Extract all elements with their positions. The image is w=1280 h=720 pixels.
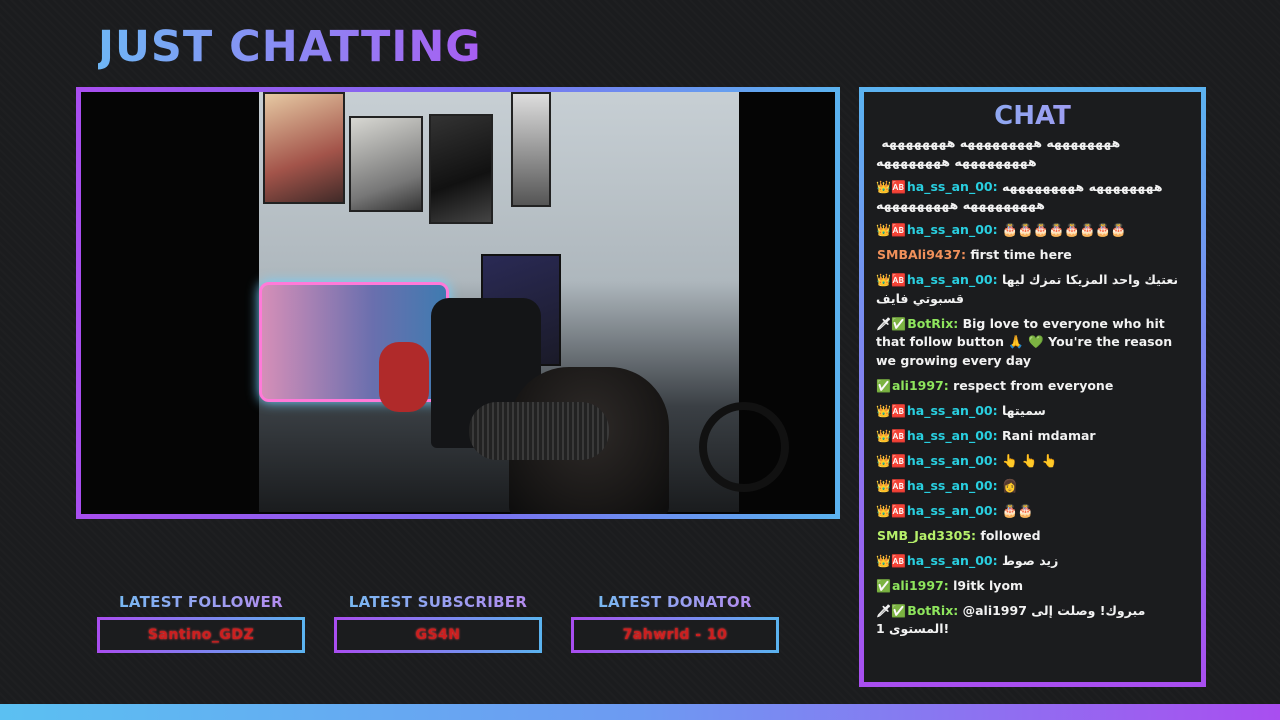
- chat-frame: CHAT ههههههههه هههههههههه ههههههههه هههه…: [859, 87, 1206, 687]
- chat-text: first time here: [970, 247, 1072, 262]
- webcam-frame: [76, 87, 840, 519]
- bottom-gradient-bar: [0, 704, 1280, 720]
- stat-label: LATEST FOLLOWER: [119, 593, 283, 611]
- poster-image: [511, 92, 551, 207]
- chat-message: ههههههههه هههههههههه ههههههههه ههههههههه…: [876, 134, 1189, 171]
- steering-wheel: [699, 402, 789, 492]
- chat-message: 👑🆎ha_ss_an_00: 🎂🎂🎂🎂🎂🎂🎂🎂: [876, 221, 1189, 240]
- figurine: [379, 342, 429, 412]
- chat-messages: ههههههههه هههههههههه ههههههههه ههههههههه…: [876, 134, 1189, 639]
- user-badge-icon: 👑🆎: [876, 428, 906, 443]
- user-badge-icon: 👑🆎: [876, 453, 906, 468]
- chat-panel: CHAT ههههههههه هههههههههه ههههههههه هههه…: [864, 92, 1201, 682]
- chat-title: CHAT: [876, 101, 1189, 131]
- chat-username[interactable]: ha_ss_an_00:: [907, 453, 998, 468]
- stat-box: Santino_GDZ: [97, 617, 305, 653]
- chat-message: 🗡✅BotRix: Big love to everyone who hit t…: [876, 315, 1189, 371]
- latest-subscriber: LATEST SUBSCRIBER GS4N: [334, 593, 542, 653]
- chat-message: 🗡✅BotRix: @ali1997 مبروك! وصلت إلى المست…: [876, 602, 1189, 639]
- chat-message: 👑🆎ha_ss_an_00: Rani mdamar: [876, 427, 1189, 446]
- chat-text: سميتها: [1001, 402, 1046, 418]
- stat-box: 7ahwrld - 10: [571, 617, 779, 653]
- stat-box: GS4N: [334, 617, 542, 653]
- stat-value: 7ahwrld - 10: [622, 627, 728, 643]
- user-badge-icon: 👑🆎: [876, 223, 906, 237]
- chat-message: 👑🆎ha_ss_an_00: زيد صوط: [876, 552, 1189, 571]
- user-badge-icon: 👑🆎: [876, 403, 906, 418]
- user-badge-icon: 🗡✅: [876, 316, 907, 331]
- chat-message: 👑🆎ha_ss_an_00: 👆 👆 👆: [876, 452, 1189, 471]
- chat-text: 🎂🎂: [1001, 502, 1034, 518]
- chat-message: 👑🆎ha_ss_an_00: سميتها: [876, 402, 1189, 421]
- chat-text: زيد صوط: [1001, 552, 1059, 568]
- chat-text: 👆 👆 👆: [1001, 452, 1058, 468]
- chat-message: ✅ali1997: respect from everyone: [876, 377, 1189, 396]
- latest-follower: LATEST FOLLOWER Santino_GDZ: [97, 593, 305, 653]
- user-badge-icon: 👑🆎: [876, 503, 906, 518]
- chat-username[interactable]: ha_ss_an_00:: [907, 478, 998, 493]
- user-badge-icon: 👑🆎: [876, 478, 906, 493]
- chat-message: ✅ali1997: l9itk lyom: [876, 577, 1189, 596]
- chat-text: 👩: [1001, 477, 1018, 493]
- chat-message: SMB_Jad3305: followed: [876, 527, 1189, 546]
- chat-username[interactable]: ha_ss_an_00:: [907, 553, 998, 568]
- stat-value: GS4N: [415, 627, 461, 643]
- chat-message: 👑🆎ha_ss_an_00: 👩: [876, 477, 1189, 496]
- chat-text: 🎂🎂🎂🎂🎂🎂🎂🎂: [1001, 222, 1127, 237]
- chat-message: SMBAli9437: first time here: [876, 246, 1189, 265]
- webcam-video: [81, 92, 835, 514]
- chat-username[interactable]: BotRix:: [907, 603, 958, 618]
- page-title: JUST CHATTING: [98, 22, 482, 72]
- user-badge-icon: ✅: [876, 578, 891, 593]
- user-badge-icon: 🗡✅: [876, 603, 907, 618]
- chat-username[interactable]: ha_ss_an_00:: [907, 222, 998, 237]
- chat-text: followed: [980, 527, 1041, 543]
- chat-text: respect from everyone: [953, 377, 1114, 393]
- stat-label: LATEST SUBSCRIBER: [348, 593, 528, 611]
- poster-image: [429, 114, 493, 224]
- chat-username[interactable]: SMBAli9437:: [877, 247, 966, 262]
- chat-username[interactable]: ali1997:: [892, 578, 949, 593]
- chat-username[interactable]: ha_ss_an_00:: [907, 179, 998, 194]
- user-badge-icon: 👑🆎: [876, 179, 906, 194]
- chat-username[interactable]: ha_ss_an_00:: [907, 403, 998, 418]
- poster-image: [349, 116, 423, 212]
- chat-username[interactable]: ha_ss_an_00:: [907, 272, 998, 287]
- user-badge-icon: 👑🆎: [876, 553, 906, 568]
- chat-text: l9itk lyom: [953, 577, 1024, 593]
- microphone: [469, 402, 609, 460]
- chat-message: 👑🆎ha_ss_an_00: ههههههههه هههههههههه هههه…: [876, 178, 1189, 215]
- chat-username[interactable]: ha_ss_an_00:: [907, 428, 998, 443]
- stat-value: Santino_GDZ: [147, 627, 255, 643]
- latest-donator: LATEST DONATOR 7ahwrld - 10: [571, 593, 779, 653]
- chat-username[interactable]: BotRix:: [907, 316, 958, 331]
- chat-text: Rani mdamar: [1001, 427, 1096, 443]
- chat-message: 👑🆎ha_ss_an_00: 🎂🎂: [876, 502, 1189, 521]
- room-background: [259, 92, 789, 514]
- chat-text: ههههههههه هههههههههه ههههههههه ههههههههه…: [876, 135, 1121, 169]
- stat-label: LATEST DONATOR: [598, 593, 752, 611]
- user-badge-icon: ✅: [876, 378, 891, 393]
- chat-username[interactable]: ali1997:: [892, 378, 949, 393]
- poster-image: [263, 92, 345, 204]
- chat-username[interactable]: SMB_Jad3305:: [877, 528, 976, 543]
- user-badge-icon: 👑🆎: [876, 273, 906, 287]
- chat-username[interactable]: ha_ss_an_00:: [907, 503, 998, 518]
- chat-message: 👑🆎ha_ss_an_00: نعتيك واحد المزيكا تمزك ل…: [876, 271, 1189, 308]
